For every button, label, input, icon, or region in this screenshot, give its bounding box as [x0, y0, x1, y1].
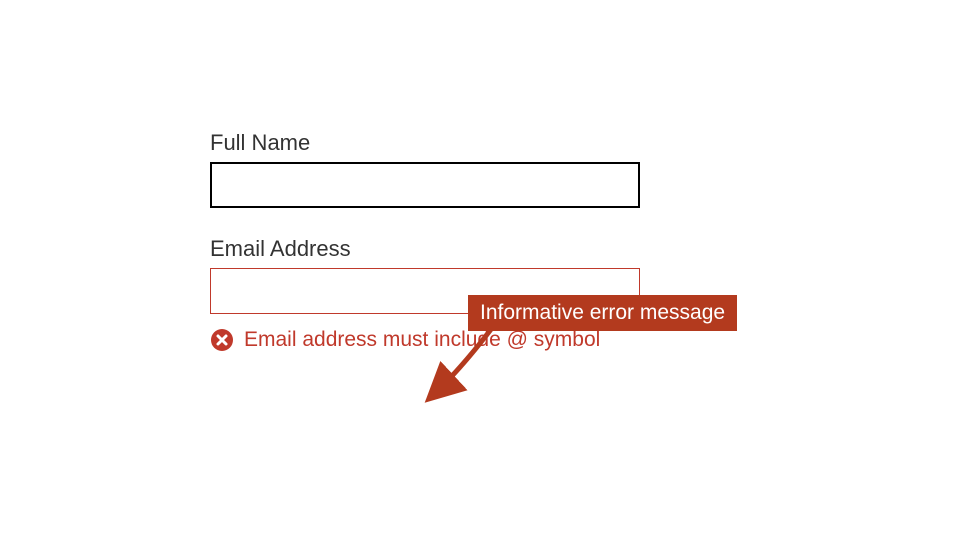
- email-error-row: Email address must include @ symbol: [210, 328, 670, 352]
- callout-label: Informative error message: [468, 295, 737, 331]
- full-name-input[interactable]: [210, 162, 640, 208]
- email-error-text: Email address must include @ symbol: [244, 328, 600, 352]
- field-group-full-name: Full Name: [210, 130, 670, 208]
- error-icon: [210, 328, 234, 352]
- email-label: Email Address: [210, 236, 670, 262]
- full-name-label: Full Name: [210, 130, 670, 156]
- field-group-email: Email Address Email address must include…: [210, 236, 670, 352]
- form-container: Full Name Email Address Email address mu…: [210, 130, 670, 380]
